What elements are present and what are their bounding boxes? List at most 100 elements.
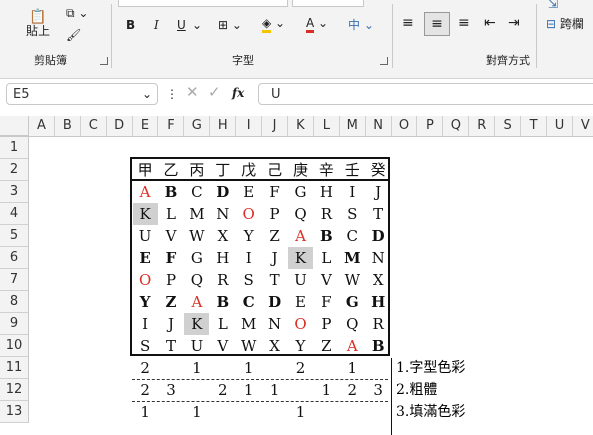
font-name-dropdown[interactable] xyxy=(118,0,288,7)
row-header[interactable]: 7 xyxy=(0,269,29,291)
column-header[interactable]: G xyxy=(184,116,211,136)
column-header[interactable]: L xyxy=(314,116,340,136)
cell[interactable]: 2 xyxy=(133,379,158,401)
cell[interactable]: 2 xyxy=(340,379,365,401)
column-header[interactable]: E xyxy=(133,116,159,136)
cell[interactable]: 1 xyxy=(236,379,261,401)
font-launcher-icon[interactable] xyxy=(380,57,388,65)
align-center-button[interactable]: ≡ xyxy=(424,12,450,36)
row-header[interactable]: 1 xyxy=(0,137,29,159)
row-header[interactable]: 8 xyxy=(0,291,29,313)
column-header[interactable]: K xyxy=(288,116,314,136)
font-size-dropdown[interactable] xyxy=(292,0,364,7)
row-header[interactable]: 13 xyxy=(0,401,29,423)
cell[interactable]: 1 xyxy=(133,401,158,423)
increase-indent-button[interactable]: ⇥ xyxy=(508,16,520,30)
merge-center-button[interactable]: ⊟ 跨欄 xyxy=(546,17,584,31)
cell[interactable]: 2 xyxy=(133,357,158,379)
column-header[interactable]: M xyxy=(340,116,366,136)
column-header[interactable]: O xyxy=(392,116,418,136)
cancel-icon[interactable]: ✕ xyxy=(186,85,199,100)
row-header[interactable]: 11 xyxy=(0,357,29,379)
cell[interactable]: 3 xyxy=(366,379,391,401)
name-box-dropdown[interactable]: ⌄ xyxy=(142,87,152,101)
clipboard-launcher-icon[interactable] xyxy=(100,57,108,65)
separator xyxy=(111,4,112,68)
cell[interactable]: 1 xyxy=(340,357,365,379)
formula-input[interactable]: U xyxy=(258,83,593,105)
cell[interactable]: 1 xyxy=(314,379,339,401)
row-header[interactable]: 10 xyxy=(0,335,29,357)
bold-button[interactable]: B xyxy=(126,18,135,32)
border-button[interactable]: ⊞ ⌄ xyxy=(218,18,242,32)
paste-icon: 📋 xyxy=(29,9,47,25)
underline-button[interactable]: U xyxy=(177,18,186,32)
column-header[interactable]: T xyxy=(521,116,547,136)
summary-divider xyxy=(132,401,388,402)
font-color-icon: A xyxy=(306,16,315,33)
column-header[interactable]: R xyxy=(469,116,496,136)
font-color-button[interactable]: A ⌄ xyxy=(306,16,328,33)
column-header[interactable]: U xyxy=(547,116,573,136)
italic-button[interactable]: I xyxy=(154,18,159,32)
summary-label: 1.字型色彩 xyxy=(396,360,466,376)
font-group-label: 字型 xyxy=(232,54,254,67)
select-all-corner[interactable] xyxy=(0,116,29,136)
clipboard-group-label: 剪貼簿 xyxy=(34,54,67,67)
column-header[interactable]: A xyxy=(29,116,55,136)
fill-bucket-icon: ◈ xyxy=(262,16,272,33)
column-header[interactable]: D xyxy=(107,116,133,136)
name-box[interactable]: E5 xyxy=(6,83,158,105)
cell[interactable]: 3 xyxy=(159,379,184,401)
row-header[interactable]: 2 xyxy=(0,159,29,181)
column-header[interactable]: B xyxy=(55,116,81,136)
cell[interactable]: 1 xyxy=(236,357,261,379)
underline-dropdown[interactable]: ⌄ xyxy=(192,18,202,32)
column-header[interactable]: S xyxy=(495,116,522,136)
wrap-text-button[interactable]: ⇲ xyxy=(548,0,558,11)
table-border xyxy=(130,157,390,356)
merge-icon: ⊟ xyxy=(546,17,557,31)
alignment-group-label: 對齊方式 xyxy=(486,54,530,67)
column-header[interactable]: P xyxy=(418,116,444,136)
row-header[interactable]: 4 xyxy=(0,203,29,225)
border-icon: ⊞ xyxy=(218,18,229,32)
separator xyxy=(536,4,537,68)
cell[interactable]: 1 xyxy=(184,357,209,379)
column-header[interactable]: H xyxy=(210,116,237,136)
brush-icon: 🖌 xyxy=(66,28,82,42)
cell[interactable]: 1 xyxy=(288,401,313,423)
column-header[interactable]: N xyxy=(366,116,392,136)
column-header[interactable]: Q xyxy=(443,116,470,136)
column-header[interactable]: F xyxy=(159,116,185,136)
align-right-button[interactable]: ≡ xyxy=(458,16,470,30)
column-header-bar: ABCDEFGHIJKLMNOPQRSTUV xyxy=(0,116,593,137)
row-header[interactable]: 12 xyxy=(0,379,29,401)
column-header[interactable]: V xyxy=(573,116,593,136)
format-painter-button[interactable]: 🖌 xyxy=(66,28,81,42)
copy-button[interactable]: ⧉ ⌄ xyxy=(66,6,88,20)
label-column-border xyxy=(391,358,392,435)
column-header[interactable]: C xyxy=(81,116,107,136)
summary-label: 3.填滿色彩 xyxy=(396,404,466,420)
align-left-button[interactable]: ≡ xyxy=(402,16,414,30)
more-options-icon[interactable]: ⋮ xyxy=(166,87,178,101)
row-header[interactable]: 9 xyxy=(0,313,29,335)
decrease-indent-button[interactable]: ⇤ xyxy=(484,16,496,30)
row-header[interactable]: 3 xyxy=(0,181,29,203)
column-header[interactable]: J xyxy=(262,116,288,136)
cell[interactable]: 2 xyxy=(288,357,313,379)
cell[interactable]: 1 xyxy=(184,401,209,423)
fill-color-button[interactable]: ◈ ⌄ xyxy=(262,16,285,33)
insert-function-button[interactable]: fx xyxy=(232,86,244,100)
cell[interactable]: 2 xyxy=(210,379,235,401)
separator xyxy=(392,4,393,68)
header-divider xyxy=(130,179,390,181)
column-header[interactable]: I xyxy=(236,116,263,136)
confirm-icon[interactable]: ✓ xyxy=(208,85,221,100)
phonetic-button[interactable]: 中 ⌄ xyxy=(348,18,374,32)
cell[interactable]: 1 xyxy=(262,379,287,401)
row-header[interactable]: 5 xyxy=(0,225,29,247)
row-header[interactable]: 6 xyxy=(0,247,29,269)
paste-button[interactable]: 📋 貼上 xyxy=(20,10,56,38)
